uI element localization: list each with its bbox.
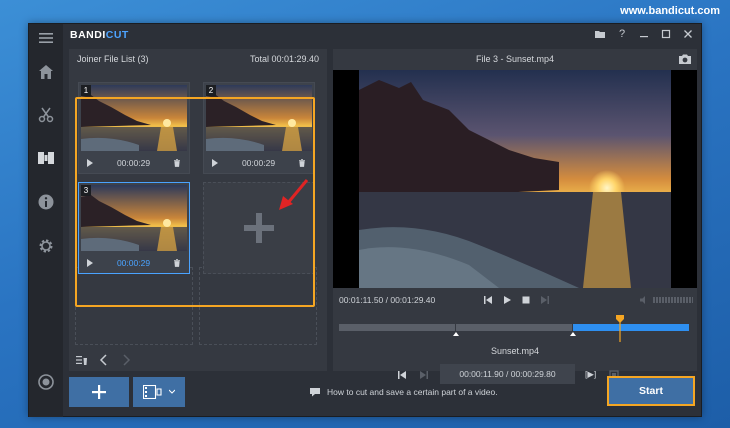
help-hint[interactable]: How to cut and save a certain part of a … <box>309 387 498 397</box>
volume-control[interactable] <box>640 295 693 305</box>
file-list-title: Joiner File List (3) <box>77 54 149 64</box>
close-button[interactable] <box>679 26 697 42</box>
app-logo: BANDI CUT <box>70 29 129 41</box>
home-icon[interactable] <box>36 62 56 82</box>
delete-icon[interactable] <box>173 159 181 167</box>
file-thumbnail-2[interactable]: 2 00:00:29 <box>203 82 315 174</box>
file-thumbnail-1[interactable]: 1 00:00:29 <box>78 82 190 174</box>
play-icon[interactable] <box>86 159 94 167</box>
file-index: 2 <box>206 85 216 96</box>
file-duration: 00:00:29 <box>116 158 151 168</box>
menu-icon[interactable] <box>36 28 56 48</box>
maximize-button[interactable] <box>657 26 675 42</box>
file-index: 3 <box>81 185 91 196</box>
video-frame <box>359 70 671 288</box>
segment-marker <box>453 332 459 336</box>
segment-marker <box>570 332 576 336</box>
skip-forward-icon[interactable] <box>540 295 550 305</box>
clear-list-icon[interactable] <box>76 354 88 366</box>
add-file-button[interactable] <box>69 377 129 407</box>
minimize-button[interactable] <box>635 26 653 42</box>
preview-filename: Sunset.mp4 <box>490 346 540 356</box>
playback-time: 00:01:11.50 / 00:01:29.40 <box>339 295 436 305</box>
video-preview[interactable] <box>333 70 697 288</box>
thumbnail-image <box>206 85 312 151</box>
plus-icon <box>244 213 274 243</box>
file-duration: 00:00:29 <box>241 158 276 168</box>
total-duration: Total 00:01:29.40 <box>249 54 319 64</box>
settings-icon[interactable] <box>36 236 56 256</box>
camera-icon[interactable] <box>678 52 692 66</box>
empty-slot <box>75 267 193 345</box>
hint-text: How to cut and save a certain part of a … <box>327 387 498 397</box>
play-icon[interactable] <box>211 159 219 167</box>
chevron-right-icon[interactable] <box>120 354 132 366</box>
thumbnail-image <box>81 185 187 251</box>
playback-bar: 00:01:11.50 / 00:01:29.40 <box>333 292 697 308</box>
chevron-down-icon[interactable] <box>169 389 175 395</box>
title-bar: BANDI CUT ? <box>63 24 701 44</box>
chevron-left-icon[interactable] <box>98 354 110 366</box>
folder-icon[interactable] <box>591 26 609 42</box>
start-button[interactable]: Start <box>607 376 695 406</box>
play-icon[interactable] <box>86 259 94 267</box>
file-duration: 00:00:29 <box>116 258 151 268</box>
timeline-segment-1[interactable] <box>339 324 455 331</box>
website-url: www.bandicut.com <box>620 5 720 17</box>
bottom-toolbar: How to cut and save a certain part of a … <box>63 374 703 417</box>
sidebar <box>29 24 63 417</box>
plus-icon <box>92 385 106 399</box>
timeline[interactable] <box>339 315 689 342</box>
info-icon[interactable] <box>36 192 56 212</box>
preview-panel: File 3 - Sunset.mp4 00:01:11.50 / 00:01:… <box>333 49 697 384</box>
chat-icon <box>310 388 320 397</box>
file-index: 1 <box>81 85 91 96</box>
app-window: BANDI CUT ? Joiner File List (3) Total 00… <box>28 23 702 417</box>
speaker-icon[interactable] <box>640 295 650 305</box>
empty-slot <box>199 267 317 345</box>
playhead-handle[interactable] <box>615 314 625 342</box>
join-icon[interactable] <box>36 148 56 168</box>
skip-back-icon[interactable] <box>483 295 493 305</box>
stop-icon[interactable] <box>521 295 531 305</box>
preview-title: File 3 - Sunset.mp4 <box>475 54 555 64</box>
play-icon[interactable] <box>502 295 512 305</box>
timeline-segment-2[interactable] <box>456 324 572 331</box>
delete-icon[interactable] <box>173 259 181 267</box>
file-thumbnail-3[interactable]: 3 00:00:29 <box>78 182 190 274</box>
annotation-arrow-icon <box>279 179 309 210</box>
timeline-segment-3[interactable] <box>573 324 689 331</box>
volume-slider[interactable] <box>653 297 693 303</box>
add-video-button[interactable] <box>133 377 185 407</box>
delete-icon[interactable] <box>298 159 306 167</box>
film-icon <box>143 385 162 399</box>
help-icon[interactable]: ? <box>613 26 631 42</box>
record-icon[interactable] <box>36 372 56 392</box>
thumbnail-image <box>81 85 187 151</box>
cut-icon[interactable] <box>36 105 56 125</box>
